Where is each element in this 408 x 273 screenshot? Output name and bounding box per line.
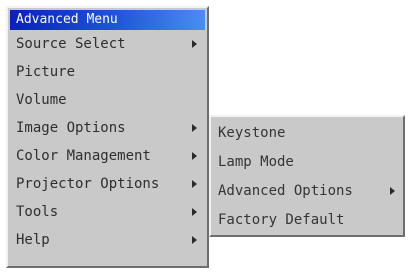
menu-item-label: Image Options bbox=[16, 120, 126, 136]
menu-item-tools[interactable]: Tools bbox=[8, 198, 207, 226]
submenu-item-label: Lamp Mode bbox=[218, 154, 294, 170]
menu-item-label: Help bbox=[16, 232, 50, 248]
submenu-arrow-icon bbox=[192, 208, 197, 216]
submenu-item-factory-default[interactable]: Factory Default bbox=[211, 206, 403, 234]
menu-item-label: Projector Options bbox=[16, 176, 160, 192]
submenu-item-label: Keystone bbox=[218, 125, 286, 141]
menu-item-help[interactable]: Help bbox=[8, 226, 207, 254]
submenu-item-label: Factory Default bbox=[218, 212, 345, 228]
menu-item-label: Tools bbox=[16, 204, 59, 220]
advanced-menu: Advanced Menu Source Select Picture Volu… bbox=[6, 6, 209, 268]
submenu-arrow-icon bbox=[192, 40, 197, 48]
submenu-arrow-icon bbox=[192, 152, 197, 160]
projector-options-submenu: Keystone Lamp Mode Advanced Options Fact… bbox=[209, 115, 405, 237]
menu-item-label: Picture bbox=[16, 64, 76, 80]
menu-item-picture[interactable]: Picture bbox=[8, 58, 207, 86]
menu-item-color-management[interactable]: Color Management bbox=[8, 142, 207, 170]
submenu-item-advanced-options[interactable]: Advanced Options bbox=[211, 177, 403, 205]
submenu-item-lamp-mode[interactable]: Lamp Mode bbox=[211, 148, 403, 176]
menu-item-label: Source Select bbox=[16, 36, 126, 52]
submenu-arrow-icon bbox=[192, 236, 197, 244]
menu-item-image-options[interactable]: Image Options bbox=[8, 114, 207, 142]
submenu-item-label: Advanced Options bbox=[218, 183, 353, 199]
submenu-arrow-icon bbox=[192, 124, 197, 132]
menu-title: Advanced Menu bbox=[10, 10, 205, 30]
submenu-item-keystone[interactable]: Keystone bbox=[211, 119, 403, 147]
osd-screen: Advanced Menu Source Select Picture Volu… bbox=[0, 0, 408, 273]
submenu-arrow-icon bbox=[192, 180, 197, 188]
menu-item-projector-options[interactable]: Projector Options bbox=[8, 170, 207, 198]
menu-item-label: Volume bbox=[16, 92, 67, 108]
submenu-arrow-icon bbox=[390, 187, 395, 195]
menu-item-volume[interactable]: Volume bbox=[8, 86, 207, 114]
menu-item-source-select[interactable]: Source Select bbox=[8, 30, 207, 58]
menu-item-label: Color Management bbox=[16, 148, 151, 164]
